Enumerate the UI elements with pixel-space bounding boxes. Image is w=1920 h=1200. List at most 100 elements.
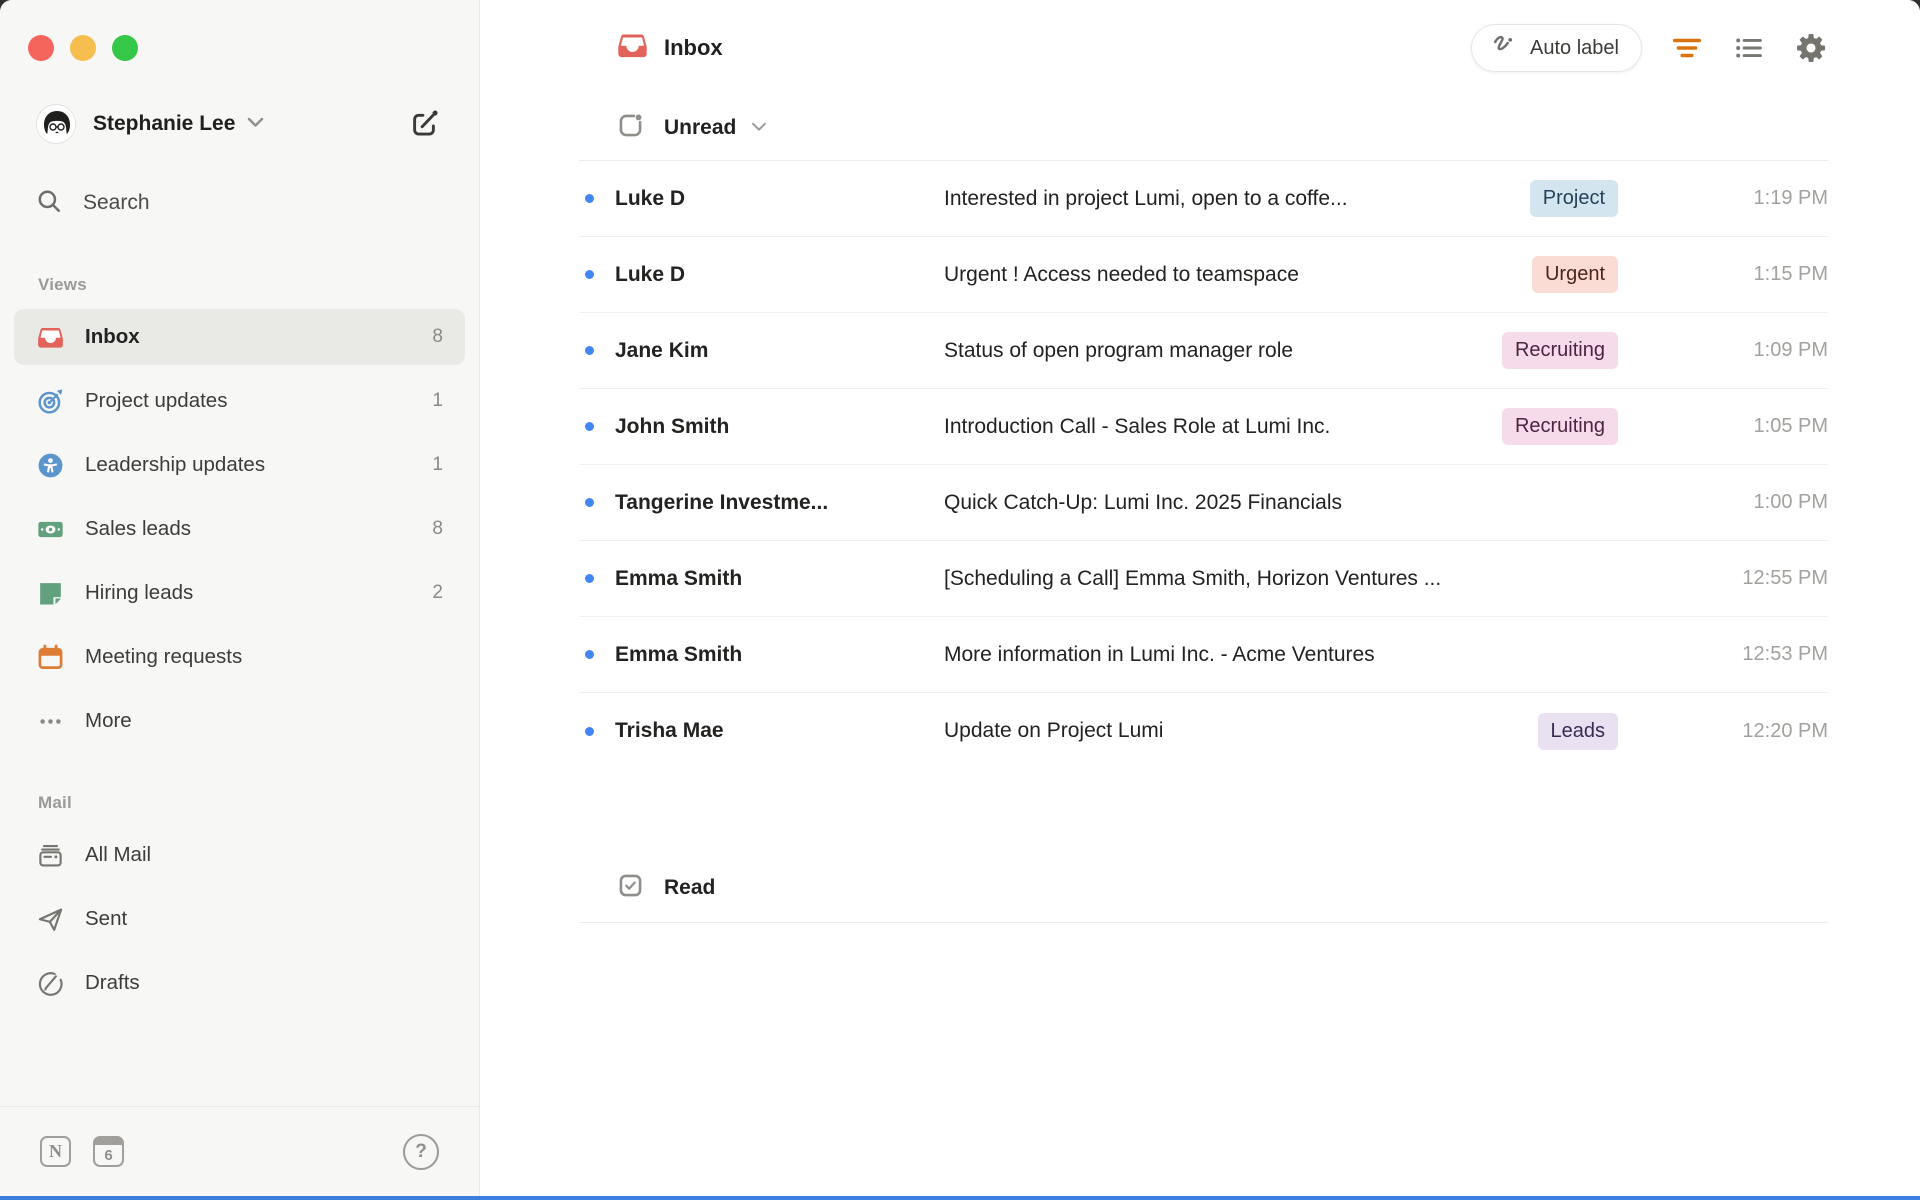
read-label: Read xyxy=(664,875,716,899)
sidebar-item-label: Inbox xyxy=(85,325,140,348)
search-icon xyxy=(36,188,62,219)
email-time: 1:15 PM xyxy=(1753,263,1828,285)
email-tag-badge[interactable]: Urgent xyxy=(1531,256,1618,293)
account-switcher[interactable]: Stephanie Lee xyxy=(0,103,479,145)
email-row[interactable]: Jane Kim Status of open program manager r… xyxy=(579,313,1828,389)
section-label-mail: Mail xyxy=(38,793,72,812)
more-dots-icon xyxy=(36,707,64,735)
email-row[interactable]: Luke D Interested in project Lumi, open t… xyxy=(579,161,1828,237)
sales-icon xyxy=(36,515,64,543)
sidebar-item-more[interactable]: More xyxy=(14,693,465,749)
email-time: 12:20 PM xyxy=(1742,719,1828,742)
read-section-header[interactable]: Read xyxy=(579,853,1828,923)
unread-label: Unread xyxy=(664,116,737,139)
email-time: 1:00 PM xyxy=(1753,491,1828,513)
inbox-icon xyxy=(36,323,64,351)
account-name: Stephanie Lee xyxy=(93,112,236,135)
email-sender: John Smith xyxy=(615,414,730,438)
unread-dot xyxy=(579,270,615,279)
auto-label-icon xyxy=(1490,32,1518,65)
email-time: 12:55 PM xyxy=(1742,567,1828,589)
unread-section-header[interactable]: Unread xyxy=(579,96,1828,161)
email-row[interactable]: Emma Smith [Scheduling a Call] Emma Smith… xyxy=(579,541,1828,617)
unread-count: 1 xyxy=(432,390,443,411)
email-row[interactable]: Trisha Mae Update on Project Lumi Leads 12:… xyxy=(579,693,1828,769)
filter-icon[interactable] xyxy=(1670,31,1704,65)
compose-icon[interactable] xyxy=(407,107,441,141)
sidebar-item-label: Drafts xyxy=(85,971,140,994)
list-view-icon[interactable] xyxy=(1732,31,1766,65)
search-button[interactable]: Search xyxy=(0,181,479,225)
email-tag-badge[interactable]: Project xyxy=(1529,180,1618,217)
email-row[interactable]: Luke D Urgent ! Access needed to teamspac… xyxy=(579,237,1828,313)
email-row[interactable]: John Smith Introduction Call - Sales Role… xyxy=(579,389,1828,465)
section-label-views: Views xyxy=(38,275,87,294)
unread-count: 2 xyxy=(432,582,443,603)
sidebar-item-label: Sent xyxy=(85,907,128,930)
mail-nav-list: All Mail Sent Drafts xyxy=(0,827,479,1011)
zoom-window-button[interactable] xyxy=(112,35,138,61)
minimize-window-button[interactable] xyxy=(70,35,96,61)
settings-gear-icon[interactable] xyxy=(1794,31,1828,65)
email-tag-badge[interactable]: Recruiting xyxy=(1501,332,1618,369)
meeting-calendar-icon xyxy=(36,643,64,671)
sidebar-item-inbox[interactable]: Inbox 8 xyxy=(14,309,465,365)
email-tag-badge[interactable]: Leads xyxy=(1537,712,1618,750)
avatar xyxy=(36,104,76,144)
close-window-button[interactable] xyxy=(28,35,54,61)
sidebar-item-sent[interactable]: Sent xyxy=(14,891,465,947)
unread-dot xyxy=(579,650,615,659)
email-subject: Introduction Call - Sales Role at Lumi I… xyxy=(944,414,1331,438)
unread-dot xyxy=(579,422,615,431)
email-time: 1:19 PM xyxy=(1753,187,1828,209)
calendar-app-icon[interactable]: 6 xyxy=(93,1136,124,1167)
email-tag-badge[interactable]: Recruiting xyxy=(1501,408,1618,445)
send-icon xyxy=(36,905,64,933)
main-panel: Inbox Auto label Unread Luke D Intereste… xyxy=(480,0,1920,1196)
unread-dot xyxy=(579,498,615,507)
email-sender: Trisha Mae xyxy=(615,719,724,742)
email-row[interactable]: Tangerine Investme... Quick Catch-Up: Lum… xyxy=(579,465,1828,541)
unread-dot xyxy=(579,346,615,355)
leadership-icon xyxy=(36,451,64,479)
sidebar-item-label: Hiring leads xyxy=(85,581,194,604)
email-subject: Urgent ! Access needed to teamspace xyxy=(944,262,1299,286)
email-sender: Emma Smith xyxy=(615,566,743,590)
email-sender: Tangerine Investme... xyxy=(615,490,829,514)
target-icon xyxy=(36,387,64,415)
sidebar-item-label: All Mail xyxy=(85,843,152,866)
unread-dot xyxy=(579,574,615,583)
chevron-down-icon xyxy=(247,115,264,133)
email-row[interactable]: Emma Smith More information in Lumi Inc. … xyxy=(579,617,1828,693)
sidebar-item-sales-leads[interactable]: Sales leads 8 xyxy=(14,501,465,557)
sidebar-item-project-updates[interactable]: Project updates 1 xyxy=(14,373,465,429)
sidebar-item-hiring-leads[interactable]: Hiring leads 2 xyxy=(14,565,465,621)
drafts-icon xyxy=(36,969,64,997)
help-icon[interactable]: ? xyxy=(403,1133,439,1170)
hiring-icon xyxy=(36,579,64,607)
auto-label-text: Auto label xyxy=(1530,36,1619,59)
header-controls: Auto label xyxy=(1471,0,1828,96)
email-time: 1:09 PM xyxy=(1753,339,1828,361)
email-time: 1:05 PM xyxy=(1753,415,1828,437)
sidebar-item-meeting-requests[interactable]: Meeting requests xyxy=(14,629,465,685)
sidebar-item-all-mail[interactable]: All Mail xyxy=(14,827,465,883)
email-subject: Update on Project Lumi xyxy=(944,719,1164,742)
email-subject: More information in Lumi Inc. - Acme Ven… xyxy=(944,642,1375,666)
bottom-accent-strip xyxy=(0,1196,1920,1200)
auto-label-button[interactable]: Auto label xyxy=(1471,24,1642,72)
read-checkbox-icon xyxy=(617,872,644,904)
sidebar-item-drafts[interactable]: Drafts xyxy=(14,955,465,1011)
unread-dot xyxy=(579,194,615,203)
calendar-day-number: 6 xyxy=(95,1145,122,1165)
email-subject: Interested in project Lumi, open to a co… xyxy=(944,186,1348,210)
unread-count: 8 xyxy=(432,326,443,347)
all-mail-icon xyxy=(36,841,64,869)
sidebar-item-label: More xyxy=(85,709,132,732)
sidebar-item-leadership-updates[interactable]: Leadership updates 1 xyxy=(14,437,465,493)
email-time: 12:53 PM xyxy=(1742,643,1828,665)
email-sender: Jane Kim xyxy=(615,338,709,362)
notion-logo-icon[interactable]: N xyxy=(40,1136,71,1167)
email-sender: Luke D xyxy=(615,262,686,286)
email-sender: Emma Smith xyxy=(615,642,743,666)
